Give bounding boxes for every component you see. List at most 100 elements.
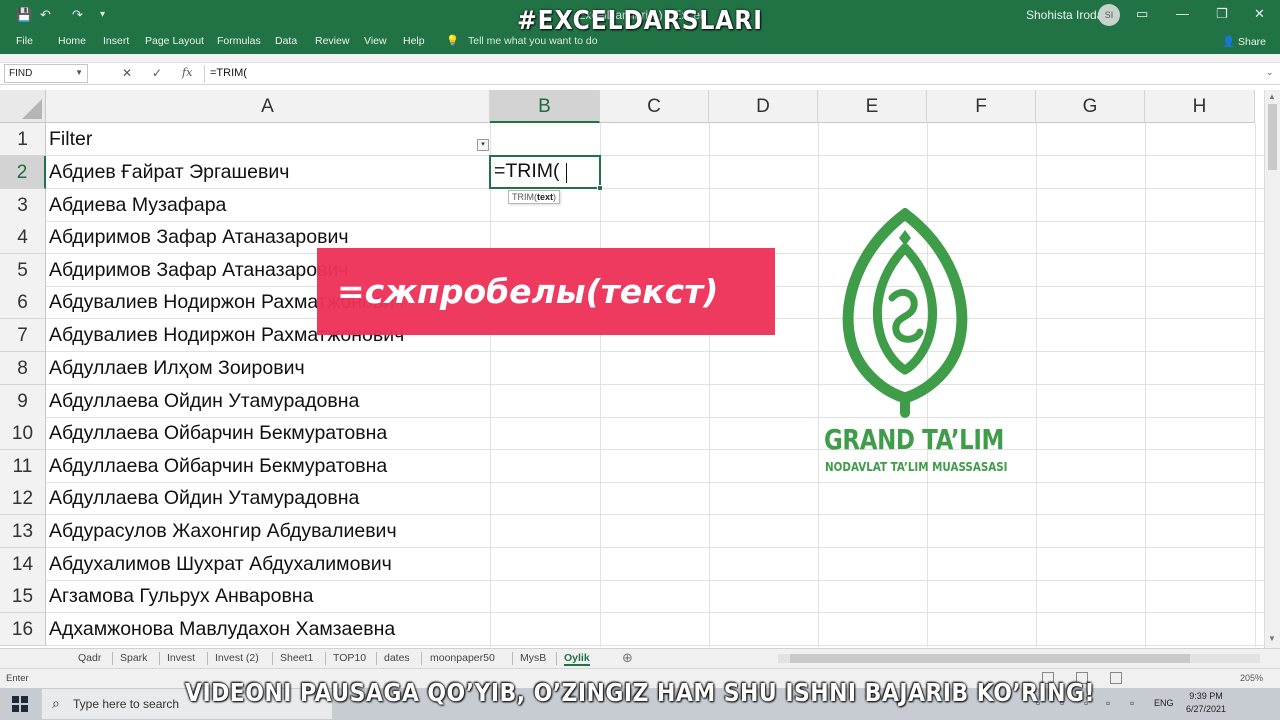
- fill-handle[interactable]: [597, 185, 603, 191]
- text-cursor: [566, 163, 567, 183]
- cancel-icon[interactable]: ✕: [122, 66, 132, 80]
- add-sheet-icon[interactable]: ⊕: [622, 650, 633, 666]
- tell-me-label: Tell me what you want to do: [468, 35, 598, 47]
- column-header-g[interactable]: G: [1036, 90, 1145, 123]
- tooltip-argument[interactable]: text: [537, 192, 553, 202]
- column-header-c[interactable]: C: [600, 90, 709, 123]
- tab-review[interactable]: Review: [315, 35, 349, 47]
- row-header[interactable]: 1: [0, 123, 46, 156]
- scroll-down-icon[interactable]: ▼: [1268, 634, 1276, 643]
- table-row[interactable]: Абдиев Ғайрат Эргашевич: [49, 156, 289, 189]
- row-header[interactable]: 15: [0, 580, 46, 613]
- row-header[interactable]: 16: [0, 613, 46, 646]
- gridline: [1145, 123, 1146, 647]
- table-row[interactable]: Абдухалимов Шухрат Абдухалимович: [49, 548, 392, 581]
- zoom-level[interactable]: 205%: [1240, 673, 1263, 683]
- tab-divider: [207, 652, 208, 665]
- sheet-tab-moonpaper50[interactable]: moonpaper50: [430, 652, 495, 664]
- active-cell-b2[interactable]: =TRIM(: [489, 155, 603, 191]
- table-row[interactable]: Адхамжонова Мавлудахон Хамзаевна: [49, 613, 395, 646]
- tab-divider: [421, 652, 422, 665]
- windows-start-icon[interactable]: [12, 696, 28, 712]
- column-header-f[interactable]: F: [927, 90, 1036, 123]
- row-header[interactable]: 9: [0, 385, 46, 418]
- gridline: [46, 645, 1264, 646]
- table-row[interactable]: Агзамова Гульрух Анваровна: [49, 580, 313, 613]
- column-header-d[interactable]: D: [709, 90, 818, 123]
- column-header-b[interactable]: B: [490, 90, 600, 123]
- restore-icon[interactable]: ❐: [1216, 6, 1228, 22]
- sheet-tab-spark[interactable]: Spark: [120, 652, 147, 664]
- row-header[interactable]: 10: [0, 417, 46, 450]
- row-header[interactable]: 14: [0, 548, 46, 581]
- tab-help[interactable]: Help: [403, 35, 425, 47]
- table-row[interactable]: Абдиева Музафара: [49, 189, 226, 222]
- row-header[interactable]: 13: [0, 515, 46, 548]
- sheet-tab-sheet1[interactable]: Sheet1: [280, 652, 313, 664]
- tab-divider: [376, 652, 377, 665]
- filter-dropdown-icon[interactable]: ▾: [477, 139, 489, 151]
- tab-divider: [112, 652, 113, 665]
- table-row[interactable]: Абдурасулов Жахонгир Абдувалиевич: [49, 515, 397, 548]
- row-header[interactable]: 2: [0, 156, 46, 189]
- tab-home[interactable]: Home: [58, 35, 86, 47]
- gridline: [600, 123, 601, 647]
- row-header[interactable]: 11: [0, 450, 46, 483]
- share-button[interactable]: 👤 Share: [1222, 35, 1266, 48]
- sheet-tab-top10[interactable]: TOP10: [333, 652, 366, 664]
- sheet-tab-oylik[interactable]: Oylik: [564, 652, 590, 666]
- gridline: [1255, 123, 1256, 647]
- tab-view[interactable]: View: [364, 35, 387, 47]
- gridline: [818, 123, 819, 647]
- row-header[interactable]: 6: [0, 286, 46, 319]
- row-header[interactable]: 8: [0, 352, 46, 385]
- row-header[interactable]: 4: [0, 221, 46, 254]
- row-header[interactable]: 12: [0, 482, 46, 515]
- table-row[interactable]: Filter: [49, 123, 92, 156]
- gridline: [490, 123, 491, 647]
- tab-formulas[interactable]: Formulas: [217, 35, 261, 47]
- table-row[interactable]: Абдуллаев Илҳом Зоирович: [49, 352, 305, 385]
- table-row[interactable]: Абдиримов Зафар Атаназарович: [49, 221, 349, 254]
- name-box[interactable]: FIND ▼: [4, 64, 88, 83]
- sheet-tab-invest-2[interactable]: Invest (2): [215, 652, 259, 664]
- expand-formula-bar-icon[interactable]: ⌄: [1266, 67, 1274, 78]
- sheet-tab-qadr[interactable]: Qadr: [78, 652, 101, 664]
- close-icon[interactable]: ✕: [1254, 6, 1265, 22]
- chevron-down-icon[interactable]: ▼: [75, 68, 83, 77]
- gridline: [1036, 123, 1037, 647]
- column-header-h[interactable]: H: [1145, 90, 1255, 123]
- share-label: Share: [1238, 36, 1267, 48]
- vertical-scrollbar[interactable]: ▲ ▼: [1264, 90, 1280, 648]
- column-header-e[interactable]: E: [818, 90, 927, 123]
- tab-data[interactable]: Data: [275, 35, 297, 47]
- row-header[interactable]: 3: [0, 189, 46, 222]
- row-header[interactable]: 5: [0, 254, 46, 287]
- formula-input[interactable]: =TRIM(: [210, 67, 247, 79]
- table-row[interactable]: Абдуллаева Ойдин Утамурадовна: [49, 385, 359, 418]
- scroll-thumb[interactable]: [1268, 104, 1277, 170]
- table-row[interactable]: Абдуллаева Ойдин Утамурадовна: [49, 482, 359, 515]
- sheet-tab-mysb[interactable]: MysB: [520, 652, 546, 664]
- tab-page-layout[interactable]: Page Layout: [145, 35, 204, 47]
- insert-function-icon[interactable]: fx: [182, 66, 192, 79]
- sheet-tabs-bar: Qadr Spark Invest Invest (2) Sheet1 TOP1…: [0, 648, 1280, 668]
- scroll-up-icon[interactable]: ▲: [1268, 92, 1276, 101]
- formula-bar-divider: [204, 65, 205, 83]
- person-icon: 👤: [1222, 36, 1236, 48]
- tab-file[interactable]: File: [16, 35, 33, 47]
- enter-check-icon[interactable]: ✓: [152, 66, 162, 80]
- table-row[interactable]: Абдуллаева Ойбарчин Бекмуратовна: [49, 450, 387, 483]
- row-header[interactable]: 7: [0, 319, 46, 352]
- tab-insert[interactable]: Insert: [103, 35, 129, 47]
- gridline: [709, 123, 710, 647]
- table-row[interactable]: Абдуллаева Ойбарчин Бекмуратовна: [49, 417, 387, 450]
- sheet-tab-invest[interactable]: Invest: [167, 652, 195, 664]
- select-all-button[interactable]: [0, 90, 46, 123]
- tab-divider: [272, 652, 273, 665]
- tab-divider: [556, 652, 557, 665]
- table-row[interactable]: Абдиримов Зафар Атаназарович: [49, 254, 349, 287]
- sheet-tab-dates[interactable]: dates: [384, 652, 410, 664]
- column-header-a[interactable]: A: [46, 90, 490, 123]
- horizontal-scroll-thumb[interactable]: [790, 654, 1190, 663]
